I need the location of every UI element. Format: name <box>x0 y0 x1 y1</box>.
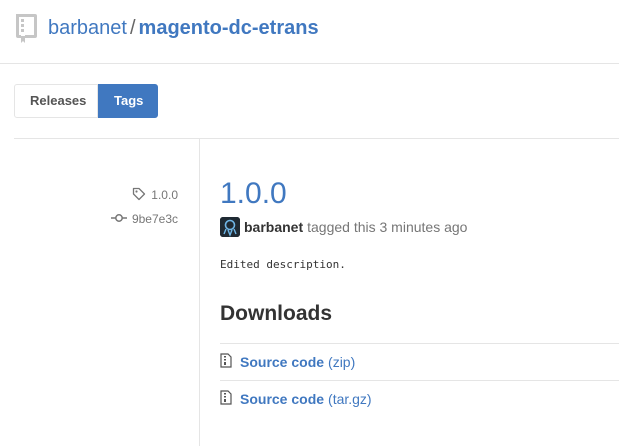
release-tag-meta[interactable]: 1.0.0 <box>132 186 178 204</box>
repo-name-link[interactable]: magento-dc-etrans <box>139 17 319 39</box>
repo-title-separator: / <box>129 17 136 39</box>
release-tag-label: 1.0.0 <box>151 188 178 202</box>
repo-owner-link[interactable]: barbanet <box>48 17 127 39</box>
git-commit-icon <box>110 212 127 226</box>
downloads-heading: Downloads <box>220 302 333 325</box>
release-title-link[interactable]: 1.0.0 <box>220 176 287 212</box>
tab-tags[interactable]: Tags <box>98 84 158 118</box>
file-zip-icon <box>220 353 232 371</box>
release-description: Edited description. <box>220 258 346 271</box>
section-divider <box>14 138 619 139</box>
repo-book-icon <box>13 12 39 44</box>
release-commit-sha: 9be7e3c <box>131 212 178 226</box>
avatar[interactable] <box>220 217 240 237</box>
tag-icon <box>132 187 146 204</box>
releases-subnav: Releases Tags <box>14 84 158 118</box>
download-item[interactable]: Source code (zip) <box>220 344 619 380</box>
repo-header: barbanet / magento-dc-etrans <box>0 0 619 64</box>
repo-title: barbanet / magento-dc-etrans <box>48 14 319 42</box>
download-source-zip-link[interactable]: Source code <box>240 354 324 370</box>
download-ext-zip[interactable]: (zip) <box>328 354 355 370</box>
download-source-targz-link[interactable]: Source code <box>240 391 324 407</box>
tab-releases[interactable]: Releases <box>14 84 98 118</box>
file-zip-icon <box>220 390 232 408</box>
release-action-text: tagged this 3 minutes ago <box>307 219 468 235</box>
release-authorship: barbanet tagged this 3 minutes ago <box>220 216 467 238</box>
download-item[interactable]: Source code (tar.gz) <box>220 381 619 417</box>
timeline-divider <box>199 139 200 446</box>
release-commit-meta[interactable]: 9be7e3c <box>110 210 178 228</box>
release-author-link[interactable]: barbanet <box>244 219 303 235</box>
download-ext-targz[interactable]: (tar.gz) <box>328 391 372 407</box>
